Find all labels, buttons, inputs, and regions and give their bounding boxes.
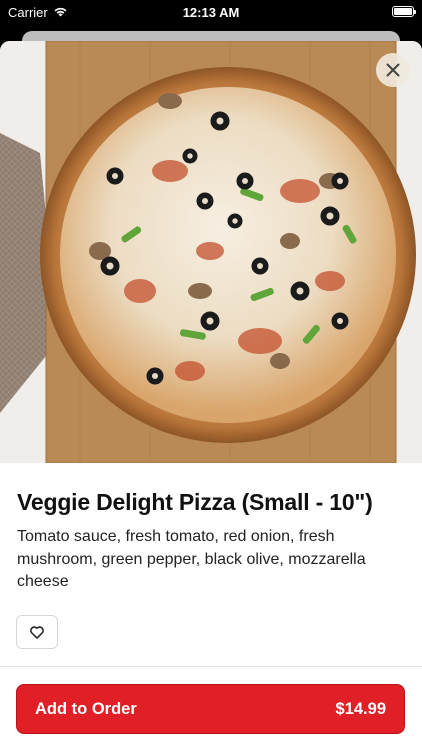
status-bar: Carrier 12:13 AM bbox=[0, 0, 422, 24]
item-title: Veggie Delight Pizza (Small - 10") bbox=[17, 489, 373, 515]
add-to-order-button[interactable]: Add to Order $14.99 bbox=[16, 684, 405, 734]
close-icon bbox=[386, 63, 400, 77]
favorite-button[interactable] bbox=[16, 615, 58, 649]
add-to-order-label: Add to Order bbox=[35, 699, 137, 718]
price-label: $14.99 bbox=[335, 699, 386, 718]
divider bbox=[0, 666, 422, 667]
product-image bbox=[0, 41, 422, 463]
pizza-photo bbox=[0, 41, 422, 463]
battery-icon bbox=[392, 6, 416, 17]
item-description: Tomato sauce, fresh tomato, red onion, f… bbox=[17, 528, 366, 590]
status-time: 12:13 AM bbox=[182, 5, 240, 20]
heart-icon bbox=[30, 626, 44, 639]
close-button[interactable] bbox=[376, 53, 410, 87]
item-detail-sheet: Veggie Delight Pizza (Small - 10") Tomat… bbox=[0, 41, 422, 750]
